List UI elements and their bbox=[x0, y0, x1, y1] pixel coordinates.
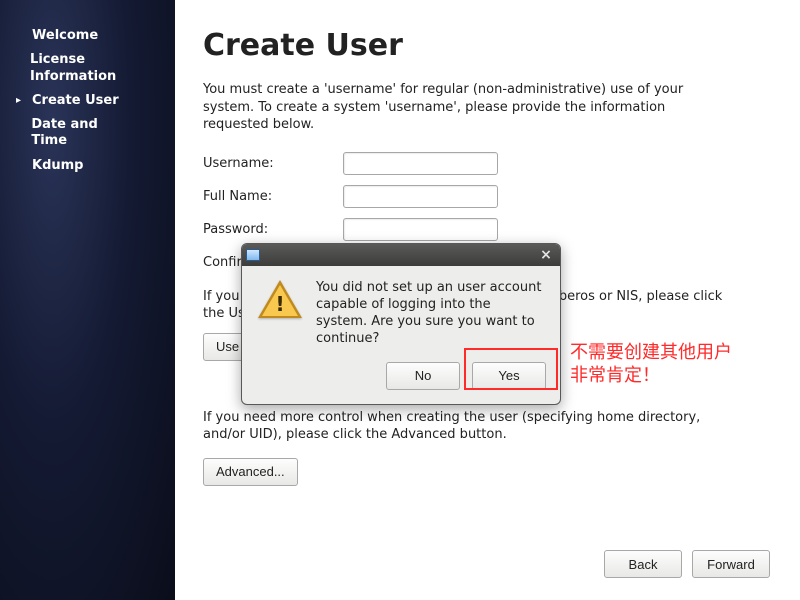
sidebar-item-label: License Information bbox=[30, 52, 152, 85]
sidebar-item-label: Create User bbox=[32, 93, 119, 109]
username-input[interactable] bbox=[343, 152, 498, 175]
page-title: Create User bbox=[203, 28, 770, 63]
dialog-buttons: No Yes bbox=[242, 356, 560, 404]
button-label: Advanced... bbox=[216, 464, 285, 479]
button-label: Back bbox=[629, 557, 658, 572]
dialog-message: You did not set up an user account capab… bbox=[316, 280, 544, 348]
row-username: Username: bbox=[203, 152, 770, 175]
dialog-body: ! You did not set up an user account cap… bbox=[242, 266, 560, 356]
advanced-button[interactable]: Advanced... bbox=[203, 458, 298, 486]
yes-button[interactable]: Yes bbox=[472, 362, 546, 390]
sidebar-item-kdump[interactable]: Kdump bbox=[32, 158, 175, 174]
confirm-dialog: × ! You did not set up an user account c… bbox=[241, 243, 561, 405]
password-label: Password: bbox=[203, 222, 343, 237]
sidebar-item-label: Kdump bbox=[32, 158, 84, 174]
advanced-text: If you need more control when creating t… bbox=[203, 409, 723, 444]
intro-text: You must create a 'username' for regular… bbox=[203, 81, 723, 134]
button-label: Yes bbox=[498, 368, 519, 383]
button-label: Forward bbox=[707, 557, 755, 572]
sidebar-item-date-time[interactable]: Date and Time bbox=[32, 117, 132, 150]
annotation-line: 非常肯定！ bbox=[570, 363, 732, 386]
row-fullname: Full Name: bbox=[203, 185, 770, 208]
no-button[interactable]: No bbox=[386, 362, 460, 390]
window-icon bbox=[246, 249, 260, 261]
sidebar-item-welcome[interactable]: Welcome bbox=[32, 28, 175, 44]
close-icon[interactable]: × bbox=[538, 247, 554, 263]
fullname-input[interactable] bbox=[343, 185, 498, 208]
sidebar-item-license[interactable]: License Information bbox=[32, 52, 152, 85]
sidebar-item-create-user[interactable]: ▸ Create User bbox=[32, 93, 175, 109]
button-label: No bbox=[415, 368, 432, 383]
sidebar-item-label: Welcome bbox=[32, 28, 98, 44]
sidebar-item-label: Date and Time bbox=[31, 117, 132, 150]
dialog-titlebar[interactable]: × bbox=[242, 244, 560, 266]
password-input[interactable] bbox=[343, 218, 498, 241]
fullname-label: Full Name: bbox=[203, 189, 343, 204]
annotation-line: 不需要创建其他用户 bbox=[570, 340, 732, 363]
step-marker-active: ▸ bbox=[16, 95, 28, 108]
wizard-sidebar: Welcome License Information ▸ Create Use… bbox=[0, 0, 175, 600]
nav-buttons: Back Forward bbox=[604, 550, 770, 578]
warning-icon: ! bbox=[258, 280, 302, 320]
back-button[interactable]: Back bbox=[604, 550, 682, 578]
annotation-text: 不需要创建其他用户 非常肯定！ bbox=[570, 340, 732, 387]
row-password: Password: bbox=[203, 218, 770, 241]
username-label: Username: bbox=[203, 156, 343, 171]
forward-button[interactable]: Forward bbox=[692, 550, 770, 578]
